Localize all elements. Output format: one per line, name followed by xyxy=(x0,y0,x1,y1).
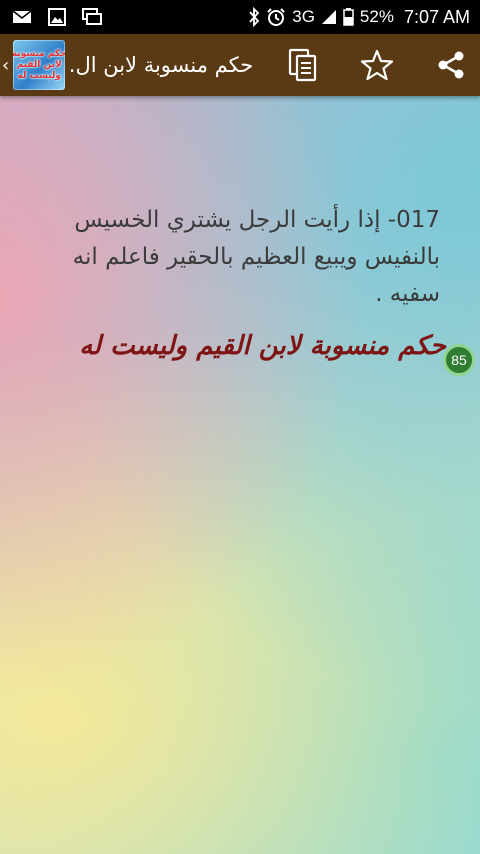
share-icon xyxy=(438,51,464,79)
logo-line-2: لابن القيم xyxy=(16,59,62,70)
quote-source: حكم منسوبة لابن القيم وليست له xyxy=(79,331,446,361)
logo-line-1: حكم منسوبة xyxy=(13,48,66,59)
quote-text: 017- إذا رأيت الرجل يشتري الخسيس بالنفيس… xyxy=(72,207,440,307)
screen-icon xyxy=(82,8,102,26)
battery-icon xyxy=(343,8,354,26)
system-status: 3G 52% 7:07 AM xyxy=(242,7,470,28)
app-title: حكم منسوبة لابن ال. xyxy=(68,53,254,77)
favorite-button[interactable] xyxy=(348,34,406,96)
app-screen: 3G 52% 7:07 AM ‹ حكم منسوبة لابن القيم و… xyxy=(0,0,480,854)
signal-icon xyxy=(321,9,337,25)
copy-button[interactable] xyxy=(274,34,332,96)
battery-percent: 52% xyxy=(359,7,394,26)
bluetooth-icon xyxy=(248,7,260,27)
app-actions xyxy=(258,34,480,96)
network-type: 3G xyxy=(292,7,315,26)
back-chevron-icon[interactable]: ‹ xyxy=(2,55,9,76)
counter-badge[interactable]: 85 xyxy=(443,344,475,376)
notification-icons xyxy=(12,8,118,26)
email-icon xyxy=(12,9,32,25)
app-logo: حكم منسوبة لابن القيم وليست له xyxy=(13,40,66,90)
logo-line-3: وليست له xyxy=(17,70,61,81)
home-button[interactable]: ‹ حكم منسوبة لابن القيم وليست له xyxy=(0,34,66,96)
status-bar: 3G 52% 7:07 AM xyxy=(0,0,480,34)
clock: 7:07 AM xyxy=(403,6,470,27)
app-bar: ‹ حكم منسوبة لابن القيم وليست له حكم منس… xyxy=(0,34,480,96)
copy-icon xyxy=(288,48,317,82)
share-button[interactable] xyxy=(422,34,480,96)
image-icon xyxy=(48,8,66,26)
alarm-icon xyxy=(266,7,286,27)
star-icon xyxy=(360,49,394,81)
